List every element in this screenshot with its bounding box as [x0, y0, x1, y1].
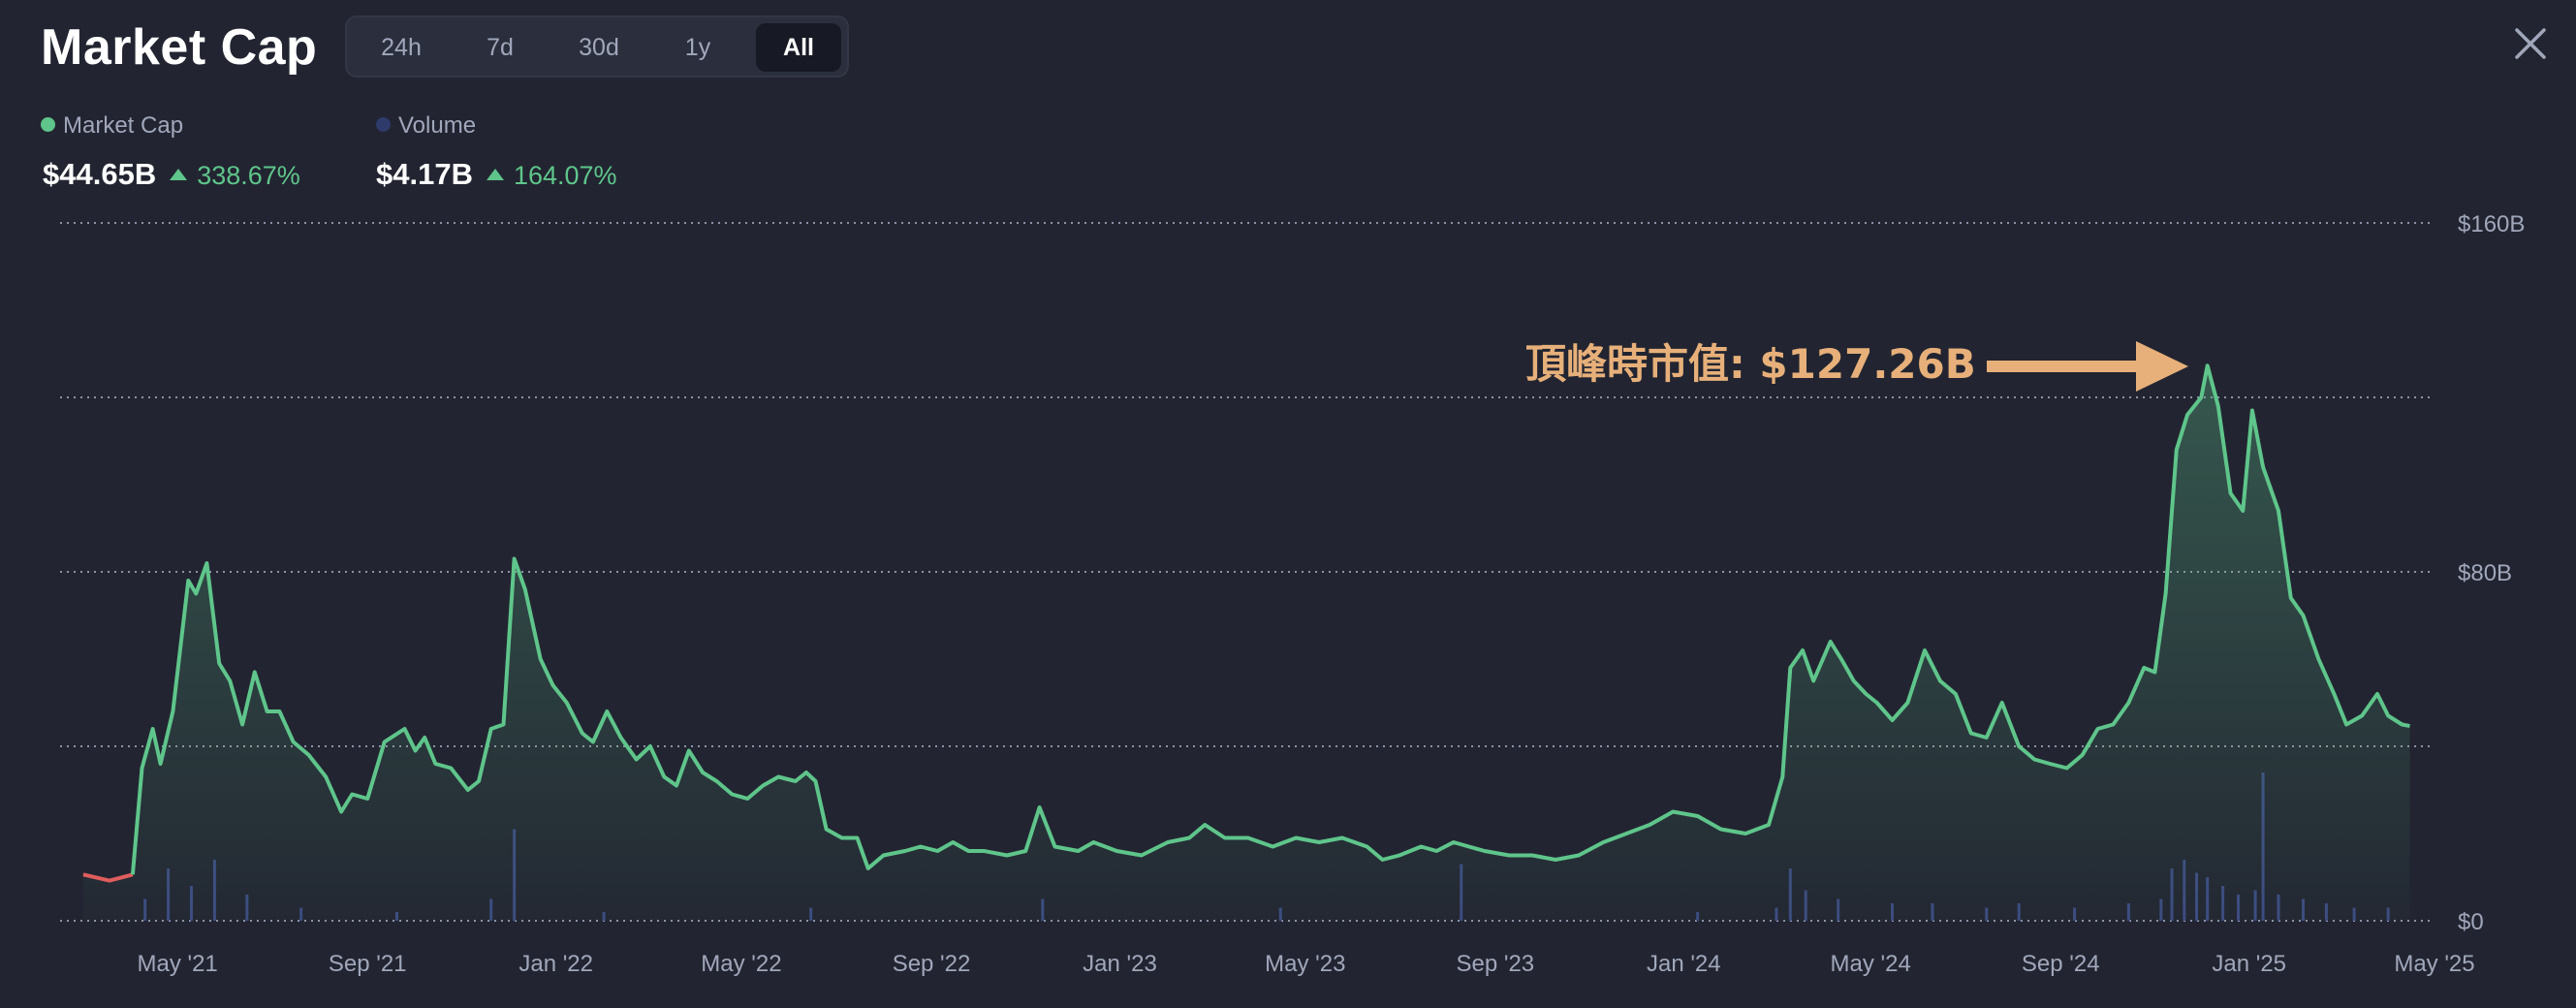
market-cap-chart: $160B $80B $0 May '21 Sep '21 Jan '22 May '22…: [60, 211, 2525, 977]
y-tick-label: $80B: [2458, 560, 2512, 586]
y-tick-label: $160B: [2458, 211, 2525, 237]
peak-annotation: 頂峰時市值: $127.26B: [1525, 340, 2188, 392]
x-tick-label: May '21: [137, 951, 217, 977]
x-tick-label: May '23: [1265, 951, 1345, 977]
x-tick-label: Sep '23: [1457, 951, 1535, 977]
x-tick-label: May '25: [2394, 951, 2474, 977]
x-tick-label: Jan '25: [2212, 951, 2286, 977]
x-tick-label: Jan '24: [1647, 951, 1721, 977]
x-tick-label: May '22: [701, 951, 781, 977]
x-tick-label: Sep '21: [329, 951, 407, 977]
peak-annotation-text: 頂峰時市值: $127.26B: [1525, 340, 1976, 388]
x-tick-label: May '24: [1831, 951, 1911, 977]
x-tick-label: Sep '22: [893, 951, 971, 977]
x-tick-label: Sep '24: [2022, 951, 2100, 977]
x-tick-label: Jan '23: [1083, 951, 1157, 977]
y-tick-label: $0: [2458, 909, 2484, 935]
arrow-right-icon: [1987, 341, 2188, 392]
x-tick-label: Jan '22: [518, 951, 593, 977]
